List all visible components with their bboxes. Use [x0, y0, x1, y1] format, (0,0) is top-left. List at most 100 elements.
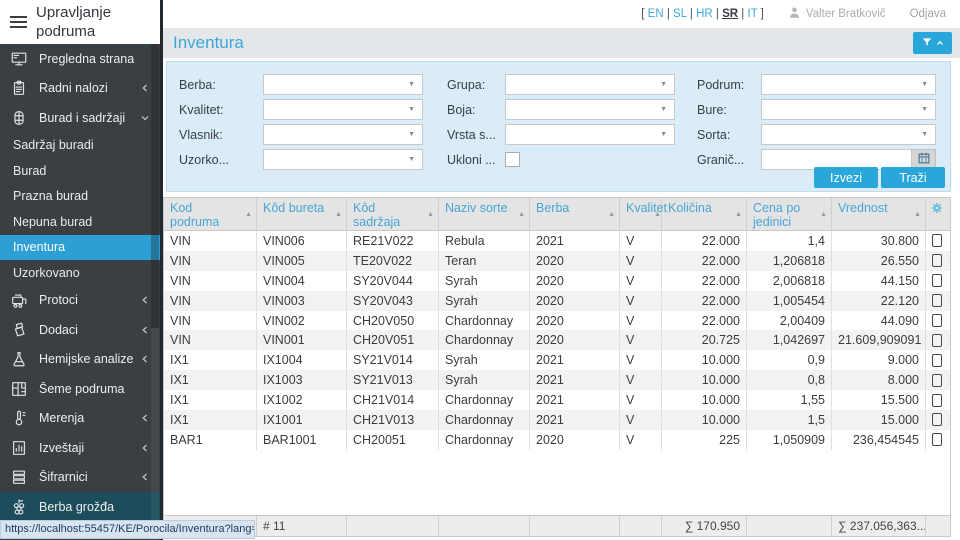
row-document-icon[interactable] [932, 333, 942, 347]
language-link-en[interactable]: EN [648, 8, 664, 20]
search-button[interactable]: Traži [881, 167, 945, 188]
export-button[interactable]: Izvezi [814, 167, 878, 188]
row-document-icon[interactable] [932, 373, 942, 387]
col-header-koli-ina[interactable]: Količina ▲ [662, 198, 747, 230]
col-header-vrednost[interactable]: Vrednost ▲ [832, 198, 926, 230]
filter-select-vlasnik[interactable]: ▼ [263, 124, 423, 145]
filter-select-grupa[interactable]: ▼ [505, 74, 675, 95]
logout-link[interactable]: Odjava [910, 8, 946, 20]
table-row[interactable]: VIN VIN006 RE21V022 Rebula 2021 V 22.000 1,4 30.… [164, 231, 950, 251]
sidebar-item-burad-i-sadr-aji[interactable]: Burad i sadržaji [0, 103, 160, 133]
language-switcher: [ EN | SL | HR | SR | IT ] [641, 8, 764, 20]
language-link-it[interactable]: IT [747, 8, 757, 20]
row-document-icon[interactable] [932, 413, 942, 427]
cell-vrednost: 9.000 [832, 350, 926, 371]
row-document-icon[interactable] [932, 254, 942, 268]
sidebar-item-nepuna-burad[interactable]: Nepuna burad [0, 209, 160, 235]
row-document-icon[interactable] [932, 353, 942, 367]
filter-select-uzorko[interactable]: ▼ [263, 149, 423, 170]
filter-checkbox-ukloni[interactable] [505, 152, 520, 167]
filter-label: Ukloni ... [447, 152, 496, 167]
chevron-up-icon [935, 36, 945, 51]
row-document-icon[interactable] [932, 294, 942, 308]
user-info[interactable]: Valter Bratkovič [788, 6, 886, 22]
cell-k-d-sadr-aja: CH20V051 [347, 330, 439, 351]
cell-cena-po-jedinici: 0,8 [747, 370, 832, 391]
cell-berba: 2020 [530, 250, 620, 271]
sidebar-item-sadr-aj-buradi[interactable]: Sadržaj buradi [0, 133, 160, 159]
cell-k-d-bureta: VIN006 [257, 231, 347, 251]
sidebar-item-izve-taji[interactable]: Izveštaji [0, 433, 160, 463]
column-settings-button[interactable] [926, 198, 948, 230]
col-header-k-d-bureta[interactable]: Kôd bureta ▲ [257, 198, 347, 230]
filter-select-podrum[interactable]: ▼ [761, 74, 936, 95]
cell-berba: 2021 [530, 231, 620, 251]
sidebar-item-radni-nalozi[interactable]: Radni nalozi [0, 74, 160, 104]
col-header-kvalitet[interactable]: Kvalitet ▲ [620, 198, 667, 230]
col-header-cena-po-jedinici[interactable]: Cena po jedinici ▲ [747, 198, 832, 230]
table-row[interactable]: VIN VIN005 TE20V022 Teran 2020 V 22.000 1,20681… [164, 250, 950, 271]
row-action-cell [926, 311, 948, 331]
filter-select-sorta[interactable]: ▼ [761, 124, 936, 145]
cell-naziv-sorte: Chardonnay [439, 390, 530, 411]
table-row[interactable]: IX1 IX1004 SY21V014 Syrah 2021 V 10.000 0,9 9.00… [164, 350, 950, 371]
filter-select-vrsta-s[interactable]: ▼ [505, 124, 675, 145]
dropdown-caret-icon: ▼ [408, 131, 415, 138]
sidebar-item-hemijske-analize[interactable]: Hemijske analize [0, 345, 160, 375]
row-action-cell [926, 231, 948, 251]
table-row[interactable]: IX1 IX1003 SY21V013 Syrah 2021 V 10.000 0,8 8.00… [164, 370, 950, 391]
cell-vrednost: 15.000 [832, 410, 926, 430]
col-header-kod-podruma[interactable]: Kod podruma ▲ [164, 198, 257, 230]
table-row[interactable]: VIN VIN004 SY20V044 Syrah 2020 V 22.000 2,00681… [164, 270, 950, 291]
sidebar-item-inventura[interactable]: Inventura [0, 234, 160, 260]
sidebar-item-prazna-burad[interactable]: Prazna burad [0, 184, 160, 210]
topbar: [ EN | SL | HR | SR | IT ] Valter Bratko… [163, 0, 960, 28]
sidebar-item-eme-podruma[interactable]: Šeme podruma [0, 374, 160, 404]
sidebar-item-berba-gro-a[interactable]: Berba grožđa [0, 492, 160, 522]
sidebar-item-pregledna-strana[interactable]: Pregledna strana [0, 44, 160, 74]
filter-select-kvalitet[interactable]: ▼ [263, 99, 423, 120]
filter-toggle-button[interactable] [913, 32, 952, 54]
scrollbar-thumb[interactable] [151, 44, 159, 328]
cell-naziv-sorte: Rebula [439, 231, 530, 251]
sidebar-item-protoci[interactable]: Protoci [0, 286, 160, 316]
sidebar-item-label: Burad i sadržaji [39, 110, 126, 125]
language-link-sl[interactable]: SL [673, 8, 687, 20]
sidebar-item-dodaci[interactable]: Dodaci [0, 315, 160, 345]
table-row[interactable]: IX1 IX1002 CH21V014 Chardonnay 2021 V 10.000 1,… [164, 390, 950, 411]
row-document-icon[interactable] [932, 234, 942, 248]
cell-k-d-sadr-aja: SY20V044 [347, 270, 439, 291]
sidebar-item-merenja[interactable]: Merenja [0, 404, 160, 434]
sidebar-scrollbar[interactable] [151, 44, 159, 540]
table-row[interactable]: VIN VIN003 SY20V043 Syrah 2020 V 22.000 1,00545… [164, 290, 950, 311]
language-link-hr[interactable]: HR [696, 8, 713, 20]
table-row[interactable]: IX1 IX1001 CH21V013 Chardonnay 2021 V 10.000 1,… [164, 410, 950, 430]
table-row[interactable]: VIN VIN001 CH20V051 Chardonnay 2020 V 20.725 1,… [164, 330, 950, 351]
sidebar-item-label: Radni nalozi [39, 81, 108, 96]
menu-icon[interactable] [10, 16, 27, 28]
row-document-icon[interactable] [932, 314, 942, 327]
cell-kvalitet: V [620, 429, 662, 450]
col-header-k-d-sadr-aja[interactable]: Kôd sadržaja ▲ [347, 198, 439, 230]
filter-select-bure[interactable]: ▼ [761, 99, 936, 120]
filter-select-berba[interactable]: ▼ [263, 74, 423, 95]
cell-cena-po-jedinici: 1,005454 [747, 290, 832, 311]
table-row[interactable]: BAR1 BAR1001 CH20051 Chardonnay 2020 V 225 1,05… [164, 429, 950, 450]
language-link-sr[interactable]: SR [722, 8, 738, 20]
flask-icon [9, 349, 29, 369]
filter-select-boja[interactable]: ▼ [505, 99, 675, 120]
table-row[interactable]: VIN VIN002 CH20V050 Chardonnay 2020 V 22.000 2,… [164, 310, 950, 331]
col-header-berba[interactable]: Berba ▲ [530, 198, 620, 230]
sidebar-item-ifrarnici[interactable]: Šifrarnici [0, 463, 160, 493]
cell-koli-ina: 22.000 [662, 250, 747, 271]
dropdown-caret-icon: ▼ [660, 106, 667, 113]
row-document-icon[interactable] [932, 433, 942, 447]
row-document-icon[interactable] [932, 274, 942, 288]
sidebar-item-uzorkovano[interactable]: Uzorkovano [0, 260, 160, 286]
page-titlebar: Inventura [163, 28, 960, 58]
row-document-icon[interactable] [932, 393, 942, 407]
barrel-icon [9, 108, 29, 128]
cell-vrednost: 44.090 [832, 310, 926, 331]
col-header-naziv-sorte[interactable]: Naziv sorte ▲ [439, 198, 530, 230]
sidebar-item-burad[interactable]: Burad [0, 158, 160, 184]
